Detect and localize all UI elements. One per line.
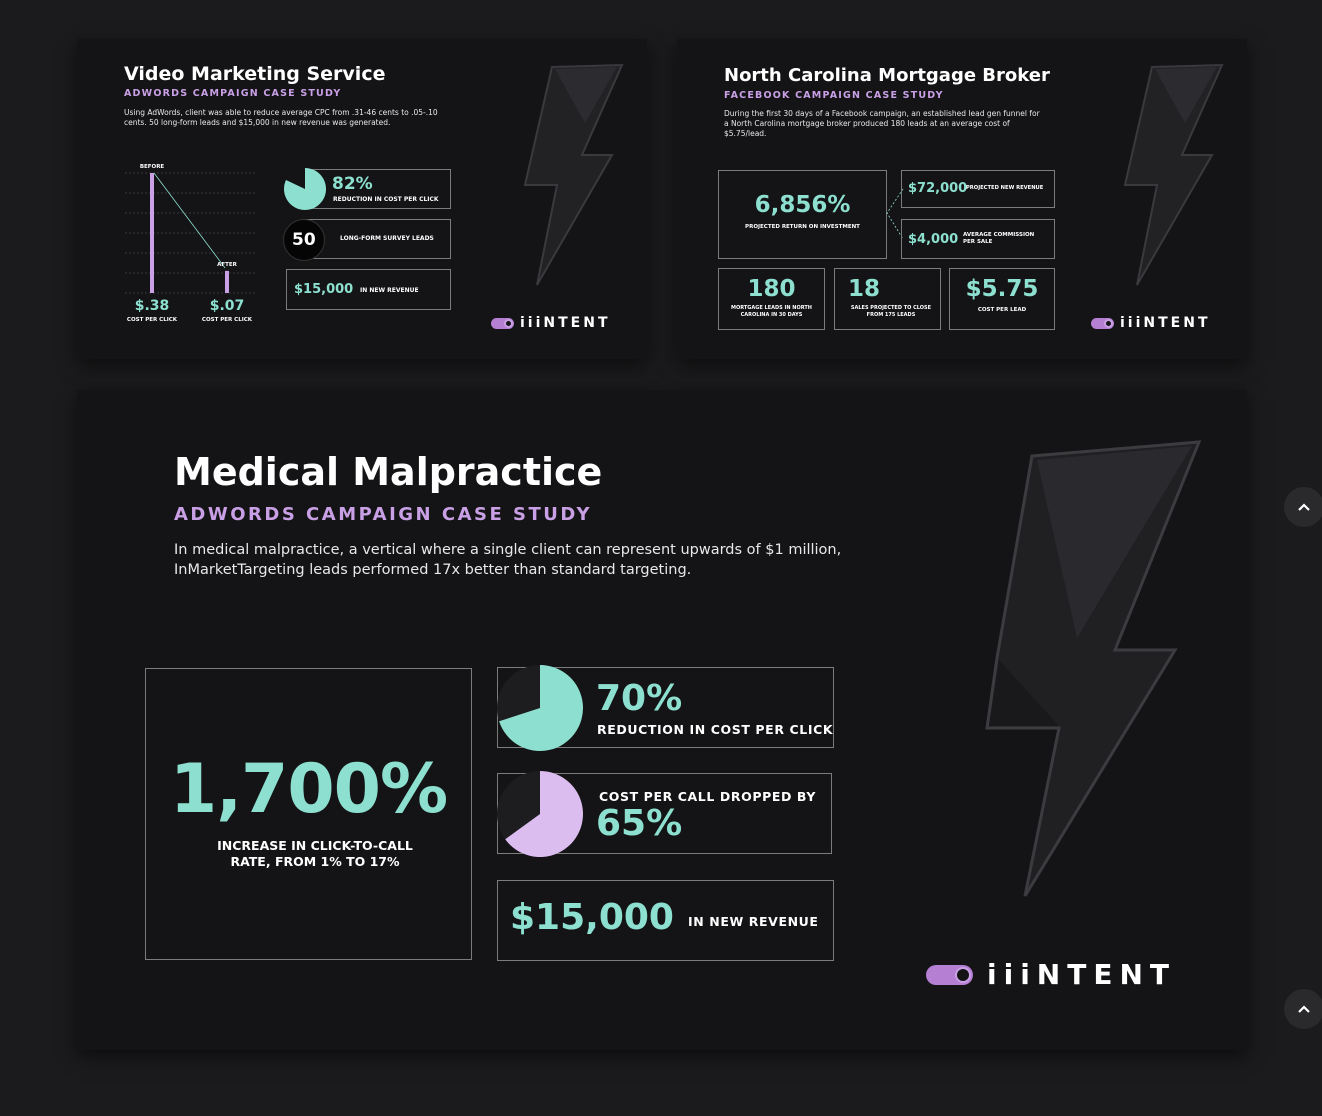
stat-label: AVERAGE COMMISSION PER SALE: [963, 232, 1035, 245]
stat-value: 65%: [596, 803, 683, 844]
card-description: Using AdWords, client was able to reduce…: [124, 108, 438, 127]
lightning-bolt-icon: [1123, 63, 1224, 286]
card-subtitle: FACEBOOK CAMPAIGN CASE STUDY: [724, 90, 944, 101]
logo-text: iiiNTENT: [987, 958, 1176, 991]
stat-value: 82%: [332, 174, 373, 194]
x-axis-label: COST PER CLICK: [127, 317, 178, 323]
toggle-icon: [491, 317, 514, 329]
stat-label: SALES PROJECTED TO CLOSE FROM 175 LEADS: [850, 305, 932, 318]
stat-value: 180: [747, 276, 796, 302]
bar-category-label: BEFORE: [140, 164, 165, 170]
chevron-up-icon: [1298, 1005, 1310, 1013]
stat-label: COST PER LEAD: [977, 307, 1027, 313]
card-title: North Carolina Mortgage Broker: [724, 65, 1050, 86]
scroll-up-button[interactable]: [1284, 989, 1322, 1029]
stat-value: $72,000: [908, 181, 968, 196]
iiintent-logo: iiiNTENT: [1091, 315, 1211, 331]
card-subtitle: ADWORDS CAMPAIGN CASE STUDY: [124, 88, 342, 99]
pie-70-percent: [497, 665, 583, 751]
chevron-up-icon: [1298, 503, 1310, 511]
iiintent-logo: iiiNTENT: [926, 958, 1176, 991]
trend-line: [153, 172, 226, 269]
card-title: Medical Malpractice: [174, 450, 603, 494]
stat-label: REDUCTION IN COST PER CLICK: [597, 722, 834, 737]
stat-value: $15,000: [294, 282, 354, 297]
stat-value: 1,700%: [169, 750, 448, 829]
stat-label: MORTGAGE LEADS IN NORTH CAROLINA IN 30 D…: [731, 305, 812, 318]
bar-before: [150, 173, 154, 293]
stat-value: 18: [847, 276, 880, 302]
scroll-up-button[interactable]: [1284, 487, 1322, 527]
stat-value: 6,856%: [754, 192, 851, 218]
bar-value-label: $.38: [135, 298, 170, 314]
bar-value-label: $.07: [210, 298, 245, 314]
stat-value: $5.75: [965, 276, 1039, 302]
stat-value: $4,000: [908, 232, 959, 247]
stat-label: PROJECTED RETURN ON INVESTMENT: [745, 224, 860, 230]
case-study-card-medical-malpractice: Medical Malpractice ADWORDS CAMPAIGN CAS…: [77, 390, 1247, 1050]
stat-label: PROJECTED NEW REVENUE: [966, 185, 1044, 191]
toggle-icon: [926, 964, 973, 985]
lightning-bolt-icon: [523, 63, 624, 286]
iiintent-logo: iiiNTENT: [491, 315, 611, 331]
case-study-card-video-marketing: Video Marketing Service ADWORDS CAMPAIGN…: [77, 39, 647, 359]
cost-per-click-bar-chart: BEFORE $.38 COST PER CLICK AFTER $.07 COST PE…: [125, 164, 257, 323]
card-subtitle: ADWORDS CAMPAIGN CASE STUDY: [174, 504, 593, 525]
pie-65-percent: [497, 771, 584, 857]
stat-label: INCREASE IN CLICK-TO-CALL RATE, FROM 1% …: [217, 838, 413, 869]
case-study-card-mortgage-broker: North Carolina Mortgage Broker FACEBOOK …: [677, 39, 1247, 359]
stat-value: $15,000: [510, 897, 674, 938]
pie-82-percent: [284, 168, 327, 210]
lightning-bolt-icon: [985, 440, 1202, 897]
logo-text: iiiNTENT: [1120, 315, 1211, 331]
stat-label: IN NEW REVENUE: [360, 287, 419, 294]
toggle-icon: [1091, 317, 1114, 329]
card-description: In medical malpractice, a vertical where…: [174, 542, 842, 578]
card-title: Video Marketing Service: [124, 63, 386, 85]
stat-value: 70%: [596, 678, 683, 719]
logo-text: iiiNTENT: [520, 315, 611, 331]
stat-label: REDUCTION IN COST PER CLICK: [333, 196, 439, 203]
card-description: During the first 30 days of a Facebook c…: [724, 109, 1040, 138]
bar-after: [225, 270, 229, 293]
stat-label: IN NEW REVENUE: [688, 914, 819, 929]
stat-value: 50: [292, 230, 316, 250]
bar-category-label: AFTER: [217, 262, 238, 268]
stat-label: LONG-FORM SURVEY LEADS: [340, 235, 434, 242]
stat-label: COST PER CALL DROPPED BY: [599, 789, 816, 804]
x-axis-label: COST PER CLICK: [202, 317, 253, 323]
